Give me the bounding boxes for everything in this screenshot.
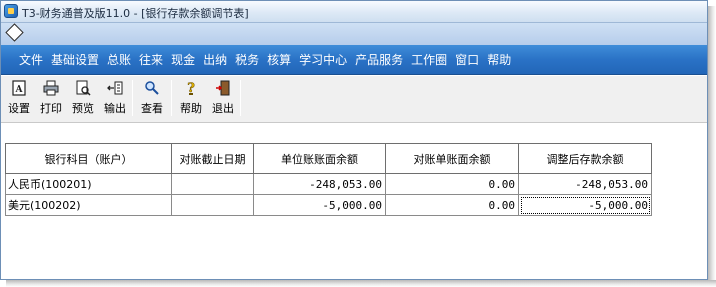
adjusted-balance-cell[interactable]: -248,053.00 bbox=[518, 173, 652, 195]
toolbar-separator bbox=[132, 80, 133, 116]
book-balance-cell[interactable]: -5,000.00 bbox=[253, 194, 386, 216]
menu-file[interactable]: 文件 bbox=[19, 51, 43, 68]
column-header-statement-balance[interactable]: 对账单账面余额 bbox=[385, 143, 519, 174]
view-button[interactable]: 查看 bbox=[137, 80, 167, 118]
menu-general-ledger[interactable]: 总账 bbox=[107, 51, 131, 68]
menu-cash[interactable]: 现金 bbox=[171, 51, 195, 68]
preview-icon bbox=[76, 80, 91, 96]
setup-button[interactable]: A 设置 bbox=[4, 80, 34, 118]
exit-button[interactable]: 退出 bbox=[208, 80, 238, 118]
window-shadow-right bbox=[708, 6, 716, 287]
window-title: T3-财务通普及版11.0 - [银行存款余额调节表] bbox=[22, 7, 249, 20]
column-header-bank-account[interactable]: 银行科目（账户） bbox=[5, 143, 172, 174]
svg-text:A: A bbox=[15, 85, 24, 95]
grid-area: 银行科目（账户） 对账截止日期 单位账账面余额 对账单账面余额 调整后存款余额 … bbox=[1, 123, 707, 279]
export-button[interactable]: 输出 bbox=[100, 80, 130, 118]
help-icon: ? bbox=[187, 81, 196, 96]
cutoff-date-cell[interactable] bbox=[171, 173, 254, 195]
book-balance-cell[interactable]: -248,053.00 bbox=[253, 173, 386, 195]
column-header-book-balance[interactable]: 单位账账面余额 bbox=[253, 143, 386, 174]
adjusted-balance-cell[interactable]: -5,000.00 bbox=[518, 194, 652, 216]
app-logo-icon bbox=[4, 4, 18, 18]
title-bar: T3-财务通普及版11.0 - [银行存款余额调节表] bbox=[1, 1, 707, 23]
window-shadow-bottom bbox=[6, 280, 716, 287]
menu-product-service[interactable]: 产品服务 bbox=[355, 51, 403, 68]
table-row[interactable]: 人民币(100201) -248,053.00 0.00 -248,053.00 bbox=[5, 173, 652, 195]
menu-accounting[interactable]: 核算 bbox=[267, 51, 291, 68]
reconciliation-table: 银行科目（账户） 对账截止日期 单位账账面余额 对账单账面余额 调整后存款余额 … bbox=[5, 143, 652, 216]
menu-work-circle[interactable]: 工作圈 bbox=[411, 51, 447, 68]
exit-door-icon bbox=[216, 80, 230, 96]
help-button[interactable]: ? 帮助 bbox=[176, 80, 206, 118]
table-row[interactable]: 美元(100202) -5,000.00 0.00 -5,000.00 bbox=[5, 194, 652, 216]
statement-balance-cell[interactable]: 0.00 bbox=[385, 194, 519, 216]
account-cell[interactable]: 美元(100202) bbox=[5, 194, 172, 216]
account-cell[interactable]: 人民币(100201) bbox=[5, 173, 172, 195]
menu-bar: 文件 基础设置 总账 往来 现金 出纳 税务 核算 学习中心 产品服务 工作圈 … bbox=[1, 45, 707, 75]
print-button[interactable]: 打印 bbox=[36, 80, 66, 118]
statement-balance-cell[interactable]: 0.00 bbox=[385, 173, 519, 195]
menu-accounts[interactable]: 往来 bbox=[139, 51, 163, 68]
system-row bbox=[1, 23, 707, 45]
menu-learning-center[interactable]: 学习中心 bbox=[299, 51, 347, 68]
cutoff-date-cell[interactable] bbox=[171, 194, 254, 216]
printer-icon bbox=[43, 80, 59, 96]
menu-basic-settings[interactable]: 基础设置 bbox=[51, 51, 99, 68]
menu-cashier[interactable]: 出纳 bbox=[203, 51, 227, 68]
app-window: T3-财务通普及版11.0 - [银行存款余额调节表] 文件 基础设置 总账 往… bbox=[0, 0, 708, 280]
toolbar: A 设置 打印 预览 输出 查看 ? 帮助 退出 bbox=[1, 76, 707, 123]
menu-window[interactable]: 窗口 bbox=[455, 51, 479, 68]
diamond-icon[interactable] bbox=[5, 23, 24, 42]
menu-help[interactable]: 帮助 bbox=[487, 51, 511, 68]
preview-button[interactable]: 预览 bbox=[68, 80, 98, 118]
column-header-cutoff-date[interactable]: 对账截止日期 bbox=[171, 143, 254, 174]
table-header-row: 银行科目（账户） 对账截止日期 单位账账面余额 对账单账面余额 调整后存款余额 bbox=[5, 143, 652, 174]
magnifier-icon bbox=[145, 81, 159, 95]
setup-icon: A bbox=[12, 80, 26, 96]
export-icon bbox=[107, 81, 123, 95]
toolbar-separator bbox=[171, 80, 172, 116]
toolbar-separator bbox=[240, 80, 241, 116]
menu-tax[interactable]: 税务 bbox=[235, 51, 259, 68]
column-header-adjusted-balance[interactable]: 调整后存款余额 bbox=[518, 143, 652, 174]
